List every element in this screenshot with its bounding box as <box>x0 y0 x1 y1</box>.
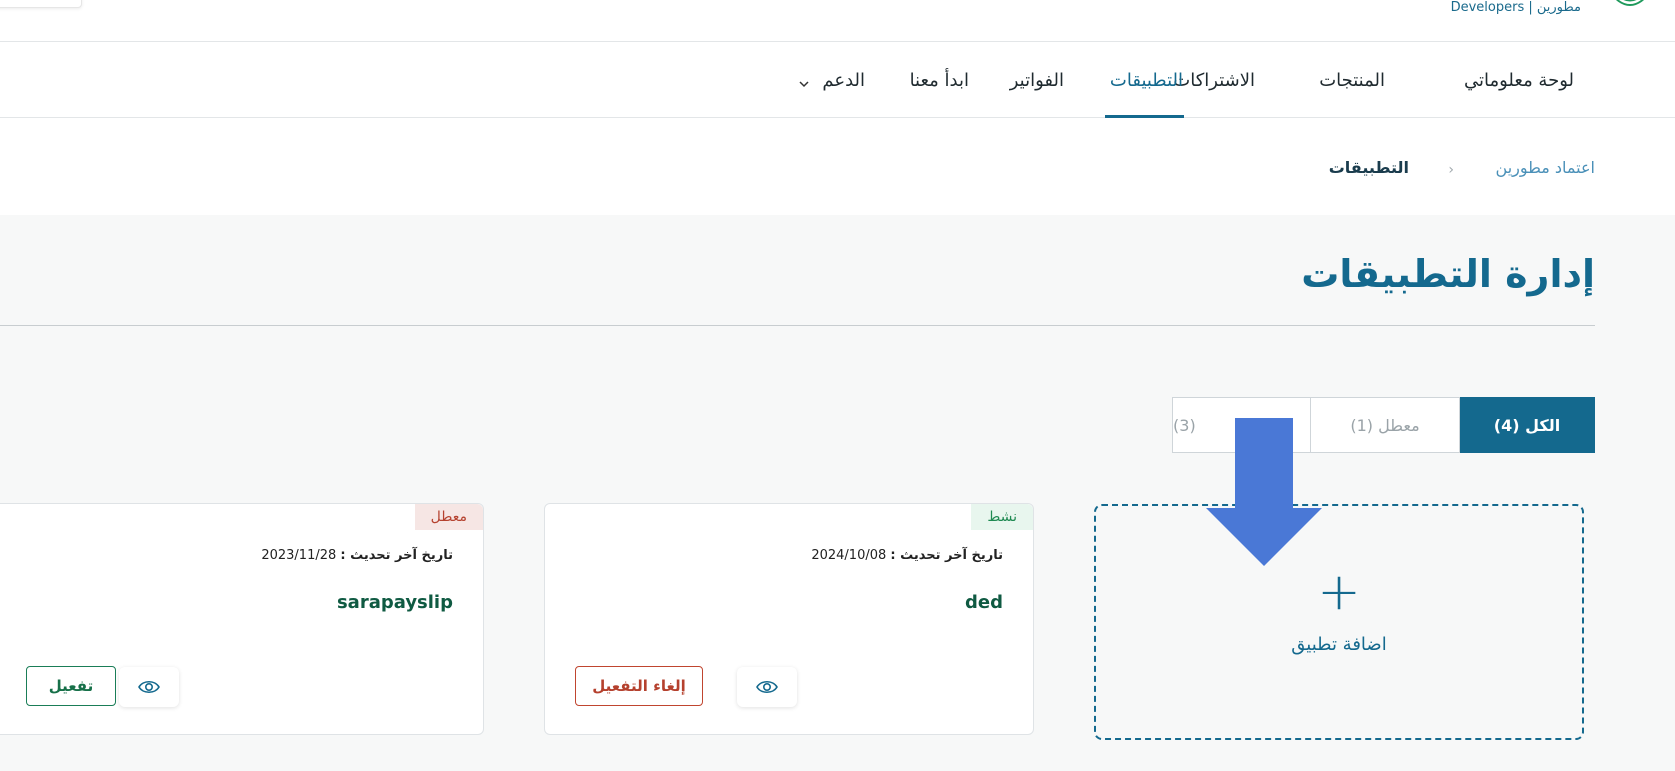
add-app-card[interactable]: + اضافة تطبيق <box>1094 504 1584 740</box>
title-divider <box>0 325 1595 326</box>
activate-button[interactable]: تفعيل <box>26 666 116 706</box>
top-left-control[interactable] <box>0 0 82 8</box>
brand-label: مطورين | Developers <box>1450 0 1581 15</box>
active-nav-underline <box>1105 115 1184 118</box>
breadcrumb-parent-wrap: اعتماد مطورين <box>1496 158 1595 177</box>
chevron-down-icon[interactable] <box>798 79 810 89</box>
tab-disabled[interactable]: معطل (1) <box>1310 397 1460 453</box>
status-badge: معطل <box>414 504 483 530</box>
last-updated-label: تاريخ آخر تحديث : <box>890 548 1003 563</box>
nav-item-dashboard[interactable]: لوحة معلوماتي <box>1464 70 1574 91</box>
breadcrumb-current: التطبيقات <box>1328 158 1409 177</box>
nav-item-subscriptions[interactable]: الاشتراكات <box>1173 70 1255 91</box>
plus-icon: + <box>1317 562 1361 622</box>
breadcrumb-current-wrap: التطبيقات <box>1329 158 1409 177</box>
breadcrumb-parent[interactable]: اعتماد مطورين <box>1496 158 1595 177</box>
main-nav: لوحة معلوماتي المنتجات الاشتراكات التطبي… <box>0 42 1675 118</box>
app-name: ded <box>965 592 1003 613</box>
view-app-button[interactable] <box>737 667 797 707</box>
top-bar: مطورين | Developers <box>0 0 1675 42</box>
last-updated-label: تاريخ آخر تحديث : <box>340 548 453 563</box>
nav-item-get-started[interactable]: ابدأ معنا <box>910 70 969 91</box>
brand-logo-icon <box>1616 0 1644 6</box>
app-card: معطل تاريخ آخر تحديث : 2023/11/28 sarapa… <box>0 503 484 735</box>
last-updated-value: 2024/10/08 <box>811 548 887 563</box>
nav-item-applications[interactable]: التطبيقات <box>1110 70 1183 91</box>
last-updated: تاريخ آخر تحديث : 2024/10/08 <box>811 548 1003 563</box>
add-app-label: اضافة تطبيق <box>1291 634 1387 655</box>
main-content: إدارة التطبيقات الكل (4) معطل (1) (3) + … <box>0 215 1675 771</box>
view-app-button[interactable] <box>119 667 179 707</box>
nav-item-invoices[interactable]: الفواتير <box>1010 70 1064 91</box>
last-updated: تاريخ آخر تحديث : 2023/11/28 <box>261 548 453 563</box>
breadcrumb-separator-wrap: ‹ <box>1448 159 1454 178</box>
status-badge: نشط <box>971 504 1033 530</box>
app-card: نشط تاريخ آخر تحديث : 2024/10/08 ded إلغ… <box>544 503 1034 735</box>
app-name: sarapayslip <box>336 592 453 613</box>
tab-all[interactable]: الكل (4) <box>1459 397 1595 453</box>
arrow-down-icon <box>1206 418 1322 566</box>
eye-icon <box>138 680 160 694</box>
nav-item-support[interactable]: الدعم <box>822 70 865 91</box>
nav-item-products[interactable]: المنتجات <box>1319 70 1385 91</box>
breadcrumb-separator: ‹ <box>1448 162 1454 178</box>
last-updated-value: 2023/11/28 <box>261 548 337 563</box>
deactivate-button[interactable]: إلغاء التفعيل <box>575 666 703 706</box>
eye-icon <box>756 680 778 694</box>
page-title: إدارة التطبيقات <box>1301 252 1595 296</box>
